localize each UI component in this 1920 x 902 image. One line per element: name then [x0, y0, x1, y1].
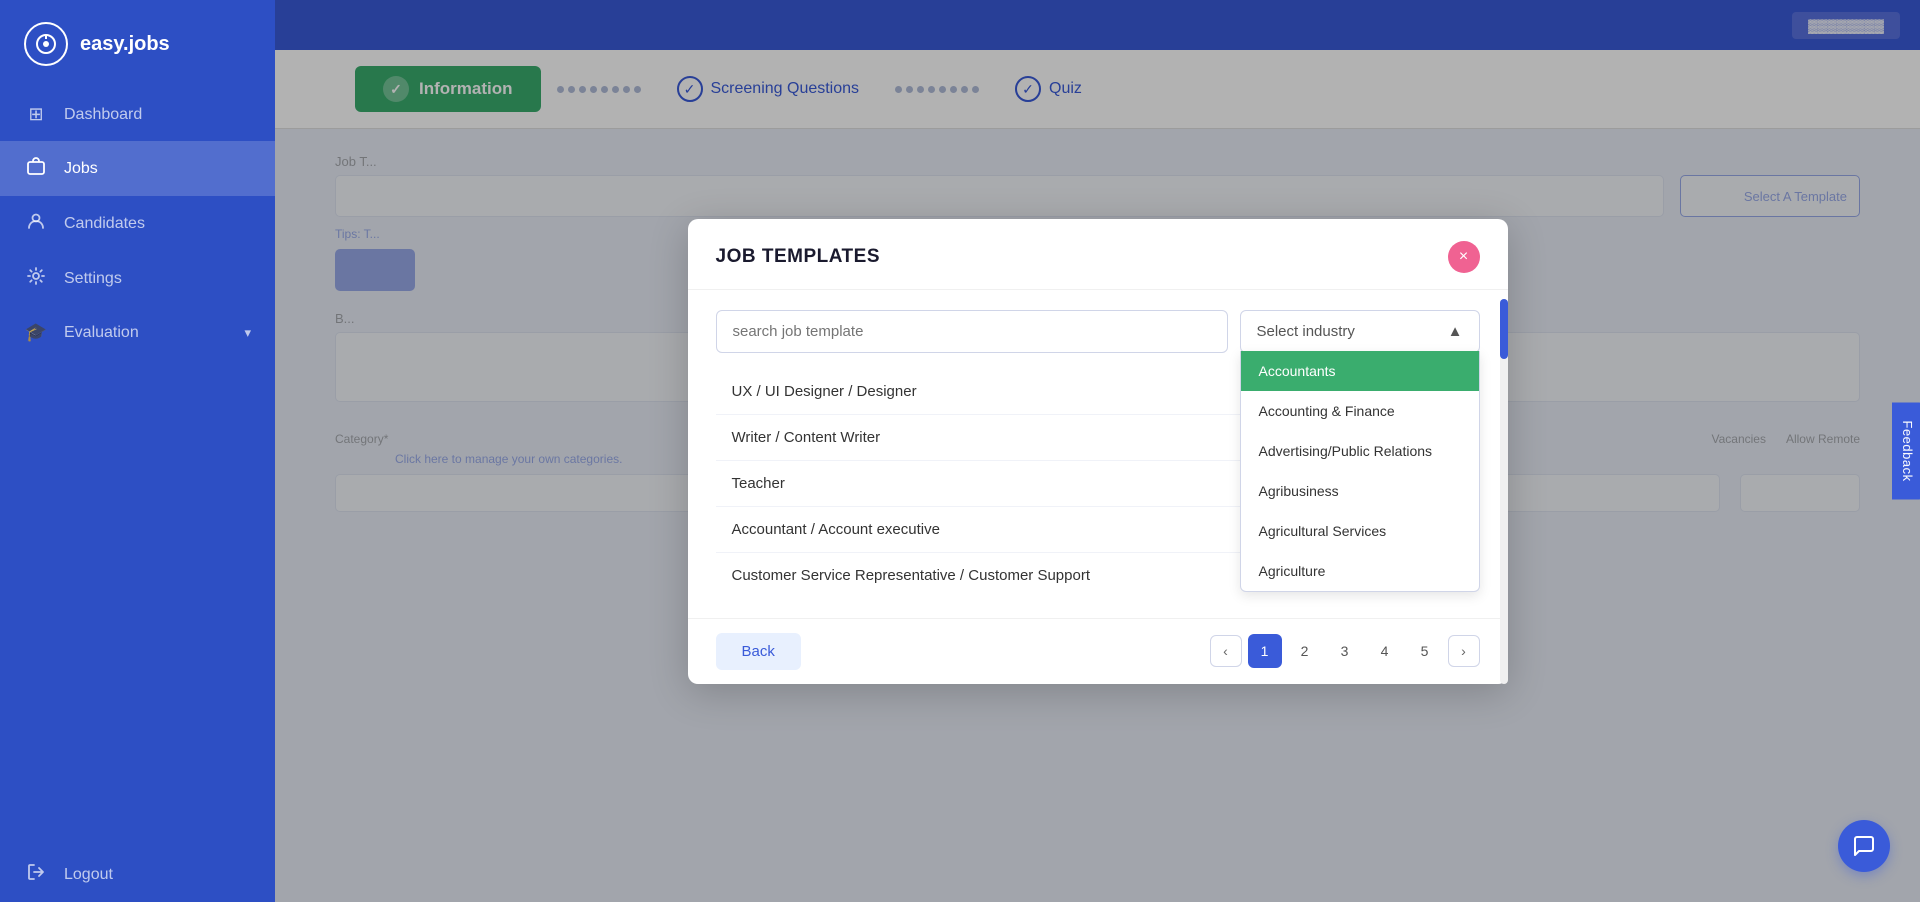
modal-close-button[interactable]: × — [1448, 241, 1480, 273]
main-content: ▓▓▓▓▓▓▓▓ ✓ Information ✓ Screening Quest… — [275, 0, 1920, 902]
sidebar-item-settings[interactable]: Settings — [0, 251, 275, 306]
page-3-button[interactable]: 3 — [1328, 634, 1362, 668]
sidebar-item-dashboard[interactable]: ⊞ Dashboard — [0, 88, 275, 141]
chevron-up-icon: ▲ — [1448, 323, 1463, 340]
page-5-button[interactable]: 5 — [1408, 634, 1442, 668]
search-row: Select industry ▲ Accountants Accounting… — [716, 310, 1480, 353]
logout-icon — [24, 863, 48, 886]
page-4-button[interactable]: 4 — [1368, 634, 1402, 668]
sidebar-label-dashboard: Dashboard — [64, 106, 142, 124]
industry-option-agribusiness[interactable]: Agribusiness — [1241, 471, 1479, 511]
dashboard-icon: ⊞ — [24, 104, 48, 125]
industry-select-wrapper: Select industry ▲ Accountants Accounting… — [1240, 310, 1480, 353]
sidebar-item-logout[interactable]: Logout — [0, 847, 275, 902]
sidebar: easy.jobs ⊞ Dashboard Jobs Candidates — [0, 0, 275, 902]
sidebar-label-logout: Logout — [64, 866, 113, 884]
modal-scrollbar-thumb[interactable] — [1500, 299, 1508, 359]
sidebar-item-jobs[interactable]: Jobs — [0, 141, 275, 196]
modal-scrollbar-track — [1500, 299, 1508, 684]
page-next-button[interactable]: › — [1448, 635, 1480, 667]
sidebar-label-settings: Settings — [64, 270, 122, 288]
back-button[interactable]: Back — [716, 633, 801, 670]
modal-overlay: JOB TEMPLATES × Select industry ▲ — [275, 0, 1920, 902]
feedback-tab[interactable]: Feedback — [1892, 402, 1920, 499]
pagination: ‹ 1 2 3 4 5 › — [1210, 634, 1480, 668]
industry-select-label: Select industry — [1257, 323, 1355, 340]
sidebar-label-candidates: Candidates — [64, 215, 145, 233]
page-2-button[interactable]: 2 — [1288, 634, 1322, 668]
job-templates-modal: JOB TEMPLATES × Select industry ▲ — [688, 219, 1508, 684]
modal-body: Select industry ▲ Accountants Accounting… — [688, 290, 1508, 618]
logo-area: easy.jobs — [0, 0, 275, 88]
settings-icon — [24, 267, 48, 290]
industry-option-advertising[interactable]: Advertising/Public Relations — [1241, 431, 1479, 471]
industry-option-accounting-finance[interactable]: Accounting & Finance — [1241, 391, 1479, 431]
search-input[interactable] — [716, 310, 1228, 353]
chat-button[interactable] — [1838, 820, 1890, 872]
sidebar-item-candidates[interactable]: Candidates — [0, 196, 275, 251]
page-1-button[interactable]: 1 — [1248, 634, 1282, 668]
industry-option-accountants[interactable]: Accountants — [1241, 351, 1479, 391]
sidebar-item-evaluation[interactable]: 🎓 Evaluation ▾ — [0, 306, 275, 359]
jobs-icon — [24, 157, 48, 180]
modal-title: JOB TEMPLATES — [716, 246, 881, 268]
logo-text: easy.jobs — [80, 33, 170, 56]
sidebar-label-evaluation: Evaluation — [64, 324, 139, 342]
industry-option-agriculture[interactable]: Agriculture — [1241, 551, 1479, 591]
industry-select-button[interactable]: Select industry ▲ — [1240, 310, 1480, 353]
evaluation-icon: 🎓 — [24, 322, 48, 343]
modal-header: JOB TEMPLATES × — [688, 219, 1508, 290]
sidebar-label-jobs: Jobs — [64, 160, 98, 178]
page-prev-button[interactable]: ‹ — [1210, 635, 1242, 667]
candidates-icon — [24, 212, 48, 235]
industry-option-agricultural-services[interactable]: Agricultural Services — [1241, 511, 1479, 551]
chevron-down-icon: ▾ — [244, 325, 251, 341]
modal-footer: Back ‹ 1 2 3 4 5 › — [688, 618, 1508, 684]
close-icon: × — [1459, 248, 1468, 266]
logo-icon — [24, 22, 68, 66]
industry-dropdown: Accountants Accounting & Finance Adverti… — [1240, 351, 1480, 592]
